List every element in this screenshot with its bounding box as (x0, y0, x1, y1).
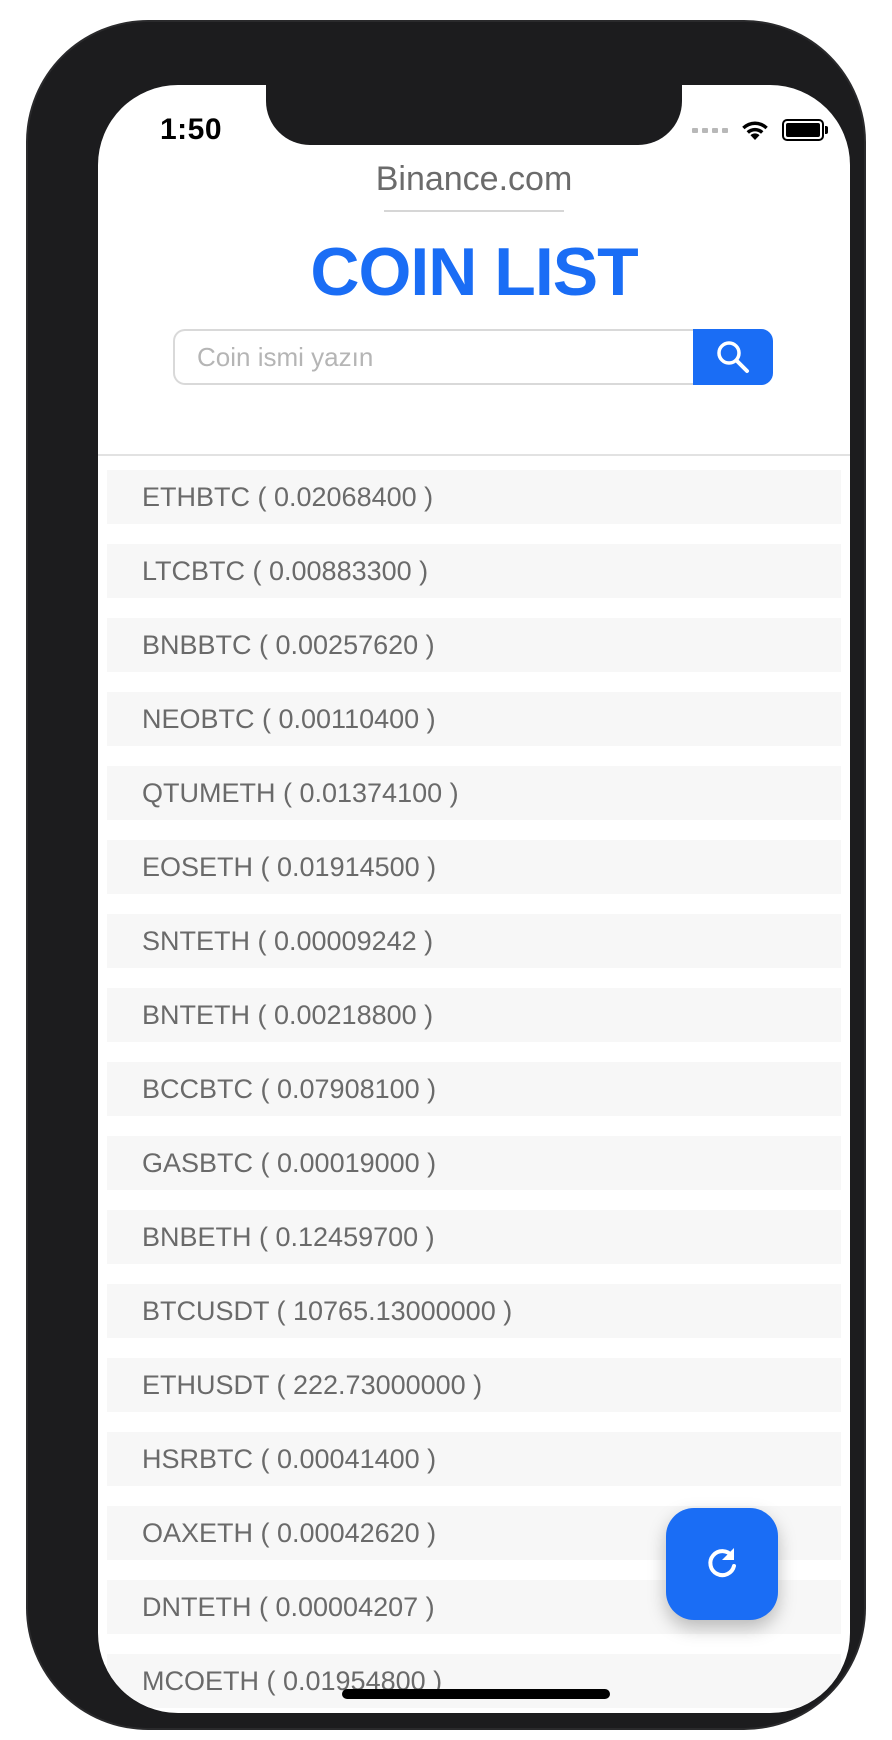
coin-row[interactable]: SNTETH ( 0.00009242 ) (107, 914, 841, 968)
coin-row[interactable]: HSRBTC ( 0.00041400 ) (107, 1432, 841, 1486)
list-divider (98, 454, 850, 456)
search-bar (173, 329, 773, 385)
home-indicator (342, 1689, 610, 1699)
signal-icon (692, 127, 728, 133)
coin-row[interactable]: NEOBTC ( 0.00110400 ) (107, 692, 841, 746)
coin-row[interactable]: BNTETH ( 0.00218800 ) (107, 988, 841, 1042)
coin-row[interactable]: QTUMETH ( 0.01374100 ) (107, 766, 841, 820)
coin-row[interactable]: EOSETH ( 0.01914500 ) (107, 840, 841, 894)
status-time: 1:50 (160, 113, 223, 146)
refresh-button[interactable] (666, 1508, 778, 1620)
refresh-icon (708, 1548, 736, 1578)
coin-row[interactable]: MCOETH ( 0.01954800 ) (107, 1654, 841, 1708)
header-divider (384, 210, 564, 212)
notch (266, 85, 682, 145)
status-icons (692, 119, 828, 141)
coin-row[interactable]: BNBBTC ( 0.00257620 ) (107, 618, 841, 672)
wifi-icon (742, 121, 768, 140)
battery-icon (782, 119, 828, 141)
page-title: COIN LIST (310, 234, 638, 310)
coin-row[interactable]: LTCBTC ( 0.00883300 ) (107, 544, 841, 598)
coin-row[interactable]: ETHBTC ( 0.02068400 ) (107, 470, 841, 524)
search-button[interactable] (693, 329, 773, 385)
search-input[interactable] (173, 329, 693, 385)
coin-row[interactable]: BTCUSDT ( 10765.13000000 ) (107, 1284, 841, 1338)
phone-frame: 1:50 Binance.com COIN LIST Coin ismi yaz… (28, 22, 864, 1728)
search-icon (717, 341, 749, 373)
app-screen: 1:50 Binance.com COIN LIST Coin ismi yaz… (98, 85, 850, 1713)
coin-row[interactable]: ETHUSDT ( 222.73000000 ) (107, 1358, 841, 1412)
coin-row[interactable]: BNBETH ( 0.12459700 ) (107, 1210, 841, 1264)
site-name: Binance.com (375, 160, 573, 198)
coin-row[interactable]: BCCBTC ( 0.07908100 ) (107, 1062, 841, 1116)
coin-row[interactable]: GASBTC ( 0.00019000 ) (107, 1136, 841, 1190)
